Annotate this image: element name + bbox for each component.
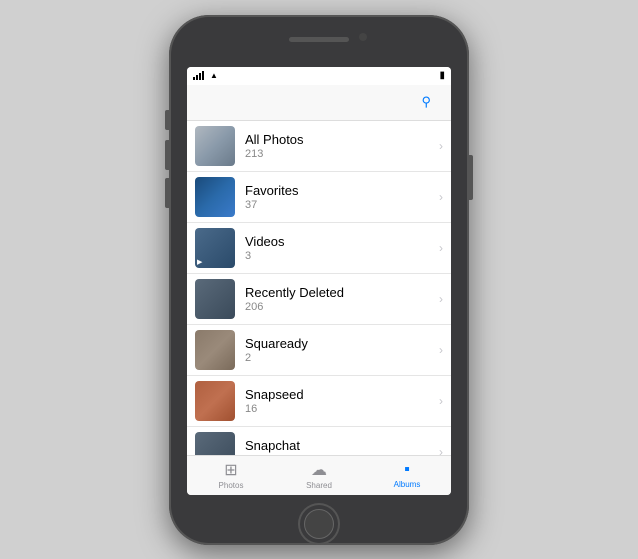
home-button-inner [304,509,334,539]
signal-bar-2 [196,75,198,80]
album-thumb-recently-deleted [195,279,235,319]
album-chevron-videos: › [439,241,443,255]
album-count-recently-deleted: 206 [245,301,439,313]
power-button [469,155,473,200]
video-badge: ▶ [197,258,202,266]
album-count-all-photos: 213 [245,148,439,160]
wifi-icon: ▲ [210,71,218,80]
battery-icon: ▮ [439,70,445,81]
album-count-squaready: 2 [245,352,439,364]
album-name-favorites: Favorites [245,183,439,198]
album-info-all-photos: All Photos213 [245,132,439,160]
camera [359,33,367,41]
album-thumb-snapseed [195,381,235,421]
album-name-recently-deleted: Recently Deleted [245,285,439,300]
tab-albums[interactable]: ▪Albums [363,461,451,489]
volume-down-button [165,178,169,208]
phone-screen: ▲ ▮ ⚲ All Photos213›Favorites37›▶Videos3… [187,67,451,495]
signal-bar-3 [199,73,201,80]
album-chevron-recently-deleted: › [439,292,443,306]
album-info-favorites: Favorites37 [245,183,439,211]
album-item-videos[interactable]: ▶ Videos3› [187,223,451,274]
silent-switch [165,110,169,130]
album-list: All Photos213›Favorites37›▶Videos3›Recen… [187,121,451,455]
album-thumb-snapchat: ▶ [195,432,235,455]
signal-bars [193,71,204,80]
status-bar: ▲ ▮ [187,67,451,85]
tab-label-shared: Shared [306,481,332,490]
status-right: ▮ [437,70,445,81]
album-count-snapseed: 16 [245,403,439,415]
album-thumb-all-photos [195,126,235,166]
album-info-videos: Videos3 [245,234,439,262]
album-chevron-snapseed: › [439,394,443,408]
tab-label-albums: Albums [394,480,421,489]
album-item-favorites[interactable]: Favorites37› [187,172,451,223]
phone-frame: ▲ ▮ ⚲ All Photos213›Favorites37›▶Videos3… [169,15,469,545]
album-name-snapseed: Snapseed [245,387,439,402]
tab-shared[interactable]: ☁Shared [275,460,363,490]
home-button[interactable] [298,503,340,545]
album-count-videos: 3 [245,250,439,262]
album-name-all-photos: All Photos [245,132,439,147]
tab-label-photos: Photos [219,481,244,490]
album-name-squaready: Squaready [245,336,439,351]
album-chevron-favorites: › [439,190,443,204]
album-thumb-videos: ▶ [195,228,235,268]
volume-up-button [165,140,169,170]
album-info-snapchat: Snapchat2 [245,438,439,455]
nav-bar: ⚲ [187,85,451,121]
signal-bar-4 [202,71,204,80]
album-item-all-photos[interactable]: All Photos213› [187,121,451,172]
signal-bar-1 [193,77,195,80]
tab-bar: ⊞Photos☁Shared▪Albums [187,455,451,495]
album-item-snapchat[interactable]: ▶ Snapchat2› [187,427,451,455]
album-chevron-squaready: › [439,343,443,357]
tab-photos[interactable]: ⊞Photos [187,460,275,490]
search-button[interactable]: ⚲ [421,94,431,110]
album-item-recently-deleted[interactable]: Recently Deleted206› [187,274,451,325]
album-item-snapseed[interactable]: Snapseed16› [187,376,451,427]
album-item-squaready[interactable]: Squaready2› [187,325,451,376]
album-chevron-all-photos: › [439,139,443,153]
album-name-videos: Videos [245,234,439,249]
album-thumb-favorites [195,177,235,217]
album-name-snapchat: Snapchat [245,438,439,453]
tab-icon-photos: ⊞ [224,460,237,480]
tab-icon-shared: ☁ [311,460,327,480]
album-count-favorites: 37 [245,199,439,211]
tab-icon-albums: ▪ [404,461,410,479]
status-left: ▲ [193,71,218,80]
album-info-snapseed: Snapseed16 [245,387,439,415]
album-chevron-snapchat: › [439,445,443,455]
nav-actions: ⚲ [421,94,441,110]
album-info-squaready: Squaready2 [245,336,439,364]
album-info-recently-deleted: Recently Deleted206 [245,285,439,313]
album-thumb-squaready [195,330,235,370]
speaker [289,37,349,42]
